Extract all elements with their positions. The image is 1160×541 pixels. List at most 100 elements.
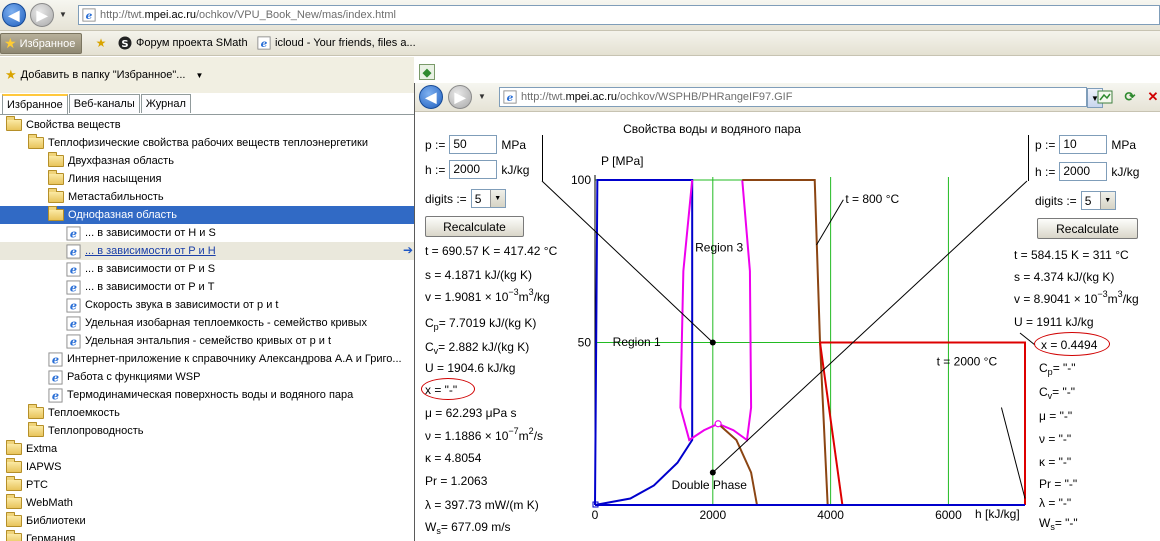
outer-url-prefix: http://twt. <box>100 9 145 21</box>
favorites-link-item[interactable]: e ... в зависимости от P и H <box>0 242 414 260</box>
favorites-folder-item[interactable]: PTC <box>0 476 414 494</box>
chart-annotation: Double Phase <box>672 478 748 492</box>
critical-point-marker <box>714 420 722 428</box>
inner-browser-window: ◀ ▶ ▼ e http://twt. mpei.ac.ru/ochkov/WSP… <box>414 83 1160 541</box>
smath-logo-icon: S <box>118 36 132 50</box>
inner-address-toolbar: ◀ ▶ ▼ e http://twt. mpei.ac.ru/ochkov/WSP… <box>415 83 1160 112</box>
favorites-item-label: Линия насыщения <box>68 173 162 185</box>
add-to-favorites-button[interactable]: ★ Добавить в папку "Избранное"... ▼ <box>5 67 203 83</box>
favorites-folder-item[interactable]: Метастабильность <box>0 188 414 206</box>
mathcad-worksheet: p := 50 MPa h := 2000 kJ/kg digits := 5 ▼… <box>415 113 1160 541</box>
svg-text:e: e <box>86 10 93 22</box>
favorites-link-item[interactable]: e ... в зависимости от P и T <box>0 278 414 296</box>
state-point-marker <box>709 469 716 476</box>
add-favorite-star-icon: ★ <box>95 36 107 50</box>
favorites-item-label: Интернет-приложение к справочнику Алекса… <box>67 353 402 365</box>
right-h-input[interactable]: 2000 <box>1059 162 1108 181</box>
favorites-item-label: Германия <box>26 533 76 541</box>
outer-history-dropdown-icon[interactable]: ▼ <box>59 10 67 19</box>
ie-page-icon: e <box>66 333 81 348</box>
outer-forward-button[interactable]: ▶ <box>30 3 54 27</box>
favorites-folder-item[interactable]: Однофазная область <box>0 206 414 224</box>
inner-forward-button[interactable]: ▶ <box>448 85 472 109</box>
right-recalculate-button[interactable]: Recalculate <box>1037 218 1138 239</box>
favorites-folder-item[interactable]: Германия <box>0 530 414 541</box>
favorites-item-label: Свойства веществ <box>26 119 121 131</box>
svg-text:e: e <box>52 352 59 366</box>
add-to-favorites-bar-button[interactable]: ★ <box>94 36 112 50</box>
right-p-unit: MPa <box>1111 137 1137 152</box>
refresh-icon[interactable]: ⟳ <box>1120 87 1140 107</box>
right-result-mu: μ = "-" <box>1039 409 1073 423</box>
favorites-item-label: PTC <box>26 479 48 491</box>
link-smath-label: Форум проекта SMath <box>136 37 248 49</box>
favorites-folder-item[interactable]: WebMath <box>0 494 414 512</box>
right-p-input[interactable]: 10 <box>1059 135 1108 154</box>
right-cp-value: = "-" <box>1052 361 1076 375</box>
favorites-item-label: Удельная энтальпия - семейство кривых от… <box>85 335 332 347</box>
chart-annotation: t = 800 °C <box>845 192 899 206</box>
right-v-unit-exp: 3 <box>1117 289 1123 299</box>
folder-icon <box>28 422 44 437</box>
favorites-folder-item[interactable]: Библиотеки <box>0 512 414 530</box>
right-digits-select[interactable]: 5 ▼ <box>1080 191 1116 210</box>
favorites-folder-item[interactable]: Линия насыщения <box>0 170 414 188</box>
outer-back-button[interactable]: ◀ <box>2 3 26 27</box>
favorites-folder-item[interactable]: Теплоемкость <box>0 404 414 422</box>
favorites-folder-item[interactable]: Двухфазная область <box>0 152 414 170</box>
favorites-item-label: Extma <box>26 443 58 455</box>
favorites-link-item[interactable]: e Интернет-приложение к справочнику Алекс… <box>0 350 414 368</box>
tab-favorites[interactable]: Избранное <box>2 94 68 114</box>
favorites-link-item[interactable]: e Скорость звука в зависимости от p и t <box>0 296 414 314</box>
inner-url-path: /ochkov/WSPHB/PHRangeIF97.GIF <box>617 91 793 103</box>
favorites-link-item[interactable]: e ... в зависимости от P и S <box>0 260 414 278</box>
tab-history[interactable]: Журнал <box>140 94 191 113</box>
favorites-folder-item[interactable]: Теплопроводность <box>0 422 414 440</box>
link-smath-forum[interactable]: S Форум проекта SMath <box>118 36 248 50</box>
right-p-row: p := 10 MPa <box>1035 135 1136 154</box>
right-result-cp: Cp = "-" <box>1039 361 1076 377</box>
right-cv-symbol: C <box>1039 385 1048 399</box>
inner-history-dropdown-icon[interactable]: ▼ <box>478 92 486 101</box>
ie-page-icon: e <box>66 297 81 312</box>
favorites-folder-item[interactable]: Свойства веществ <box>0 116 414 134</box>
inner-url-domain: mpei.ac.ru <box>565 91 617 103</box>
sync-green-icon[interactable]: ◆ <box>419 64 435 80</box>
right-h-unit: kJ/kg <box>1111 164 1140 179</box>
right-v-unit: m <box>1107 292 1118 306</box>
chart-series-line <box>679 179 753 442</box>
tab-feeds[interactable]: Веб-каналы <box>68 94 140 113</box>
chart-y-axis-label: P [MPa] <box>601 154 643 168</box>
folder-icon <box>28 404 44 419</box>
right-calc-panel: p := 10 MPa h := 2000 kJ/kg digits := 5 ▼… <box>1013 113 1160 541</box>
link-icloud[interactable]: e icloud - Your friends, files a... <box>257 36 416 50</box>
right-ws-sub: s <box>1050 522 1055 532</box>
favorites-link-item[interactable]: e Термодинамическая поверхность воды и во… <box>0 386 414 404</box>
favorites-link-item[interactable]: e Удельная изобарная теплоемкость - семей… <box>0 314 414 332</box>
favorites-folder-item[interactable]: IAPWS <box>0 458 414 476</box>
favorites-button-label: Избранное <box>19 37 76 50</box>
inner-address-bar[interactable]: e http://twt. mpei.ac.ru/ochkov/WSPHB/PHR… <box>499 87 1087 107</box>
favorites-center-button[interactable]: ★ Избранное <box>0 33 82 54</box>
right-result-nu: ν = "-" <box>1039 432 1072 446</box>
ie-page-icon: e <box>503 90 517 104</box>
right-cv-sub: v <box>1047 391 1053 401</box>
favorites-star-icon: ★ <box>4 35 17 51</box>
favorites-folder-item[interactable]: Теплофизические свойства рабочих веществ… <box>0 134 414 152</box>
favorites-link-item[interactable]: e Удельная энтальпия - семейство кривых о… <box>0 332 414 350</box>
right-cp-sub: p <box>1047 367 1053 377</box>
add-star-icon: ★ <box>5 67 17 82</box>
outer-url-path: /ochkov/VPU_Book_New/mas/index.html <box>196 9 396 21</box>
inner-back-button[interactable]: ◀ <box>419 85 443 109</box>
outer-address-bar[interactable]: e http://twt. mpei.ac.ru/ochkov/VPU_Book_… <box>78 5 1160 25</box>
stop-icon[interactable]: ✕ <box>1143 87 1160 107</box>
folder-icon <box>48 188 64 203</box>
x-tick-label: 4000 <box>817 508 844 522</box>
favorites-link-item[interactable]: e Работа с функциями WSP <box>0 368 414 386</box>
svg-text:e: e <box>70 334 77 348</box>
favorites-item-label: Теплоемкость <box>48 407 120 419</box>
ie-page-icon: e <box>48 351 63 366</box>
favorites-folder-item[interactable]: Extma <box>0 440 414 458</box>
compatibility-view-icon[interactable] <box>1095 87 1115 107</box>
favorites-link-item[interactable]: e ... в зависимости от H и S <box>0 224 414 242</box>
